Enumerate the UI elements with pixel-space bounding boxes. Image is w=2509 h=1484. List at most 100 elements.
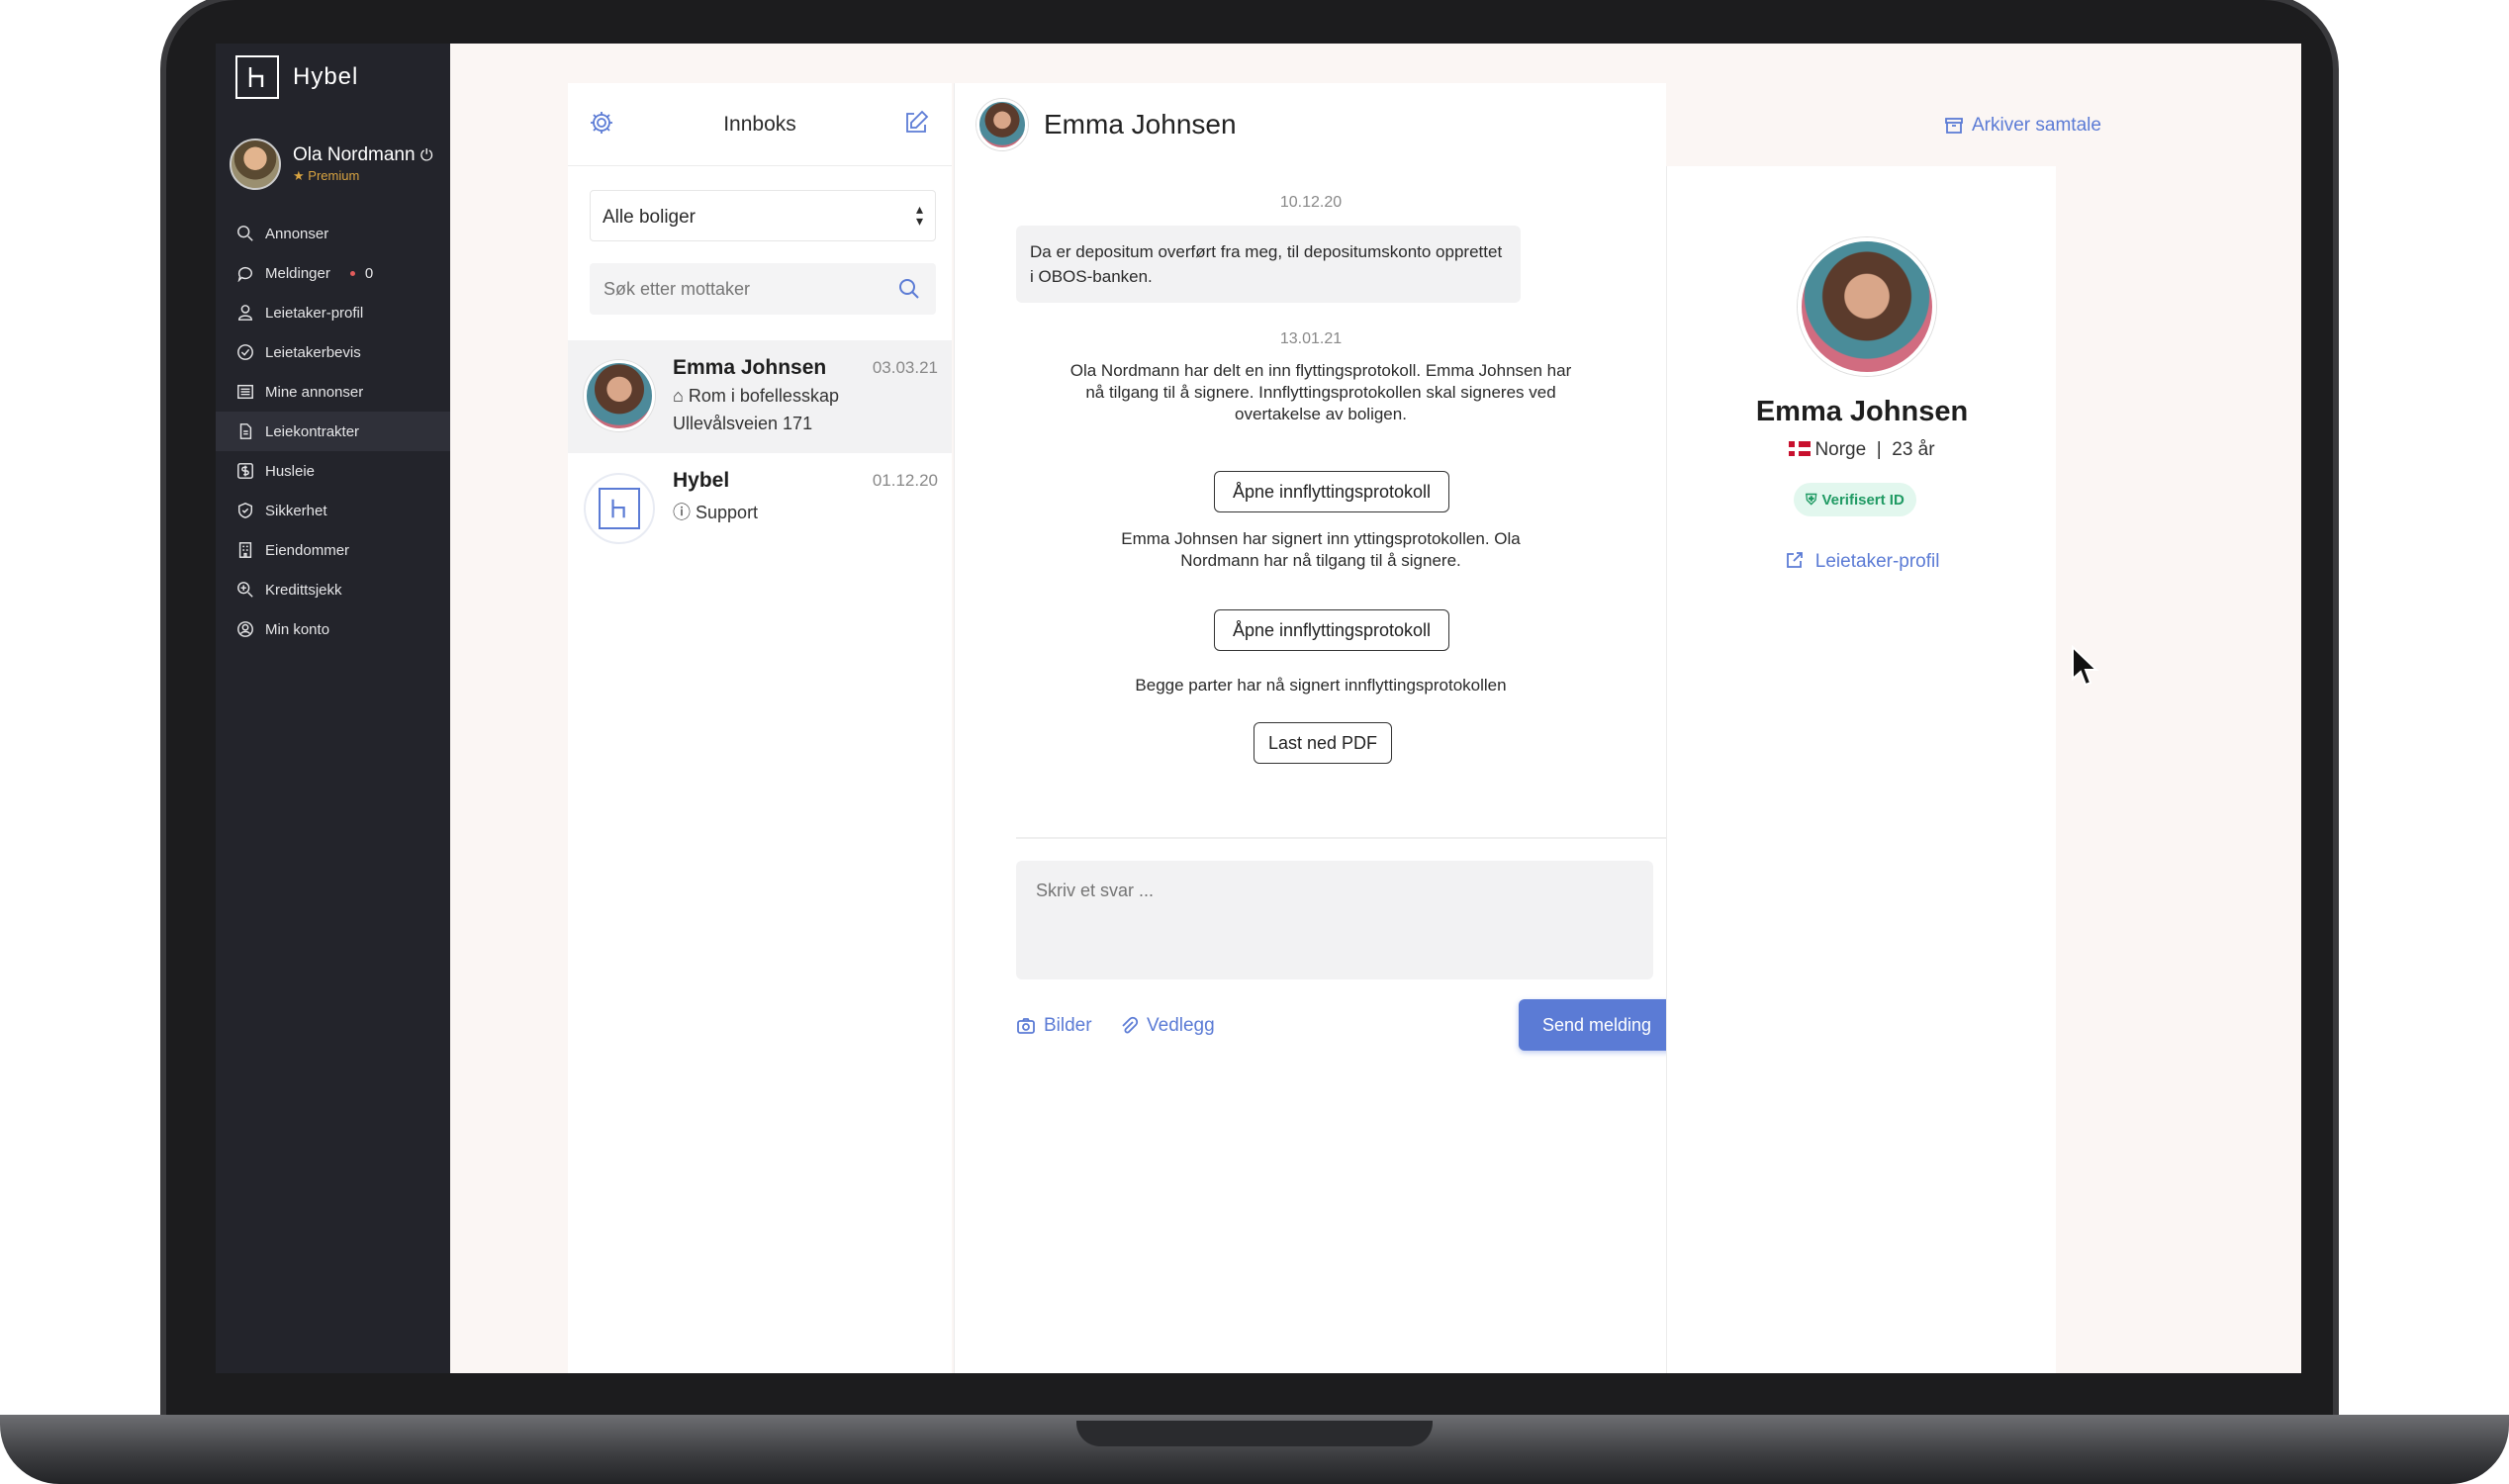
external-link-icon xyxy=(1786,552,1803,568)
sidebar-item-mine-annonser[interactable]: Mine annonser xyxy=(216,372,450,412)
property-filter-select[interactable]: Alle boliger ▴ ▾ xyxy=(590,190,936,241)
conversation-name: Hybel xyxy=(673,469,730,492)
send-message-button[interactable]: Send melding xyxy=(1519,999,1675,1051)
user-name: Ola Nordmann ⏻ xyxy=(293,144,433,165)
sidebar-item-label: Husleie xyxy=(265,462,316,480)
logo[interactable]: Hybel xyxy=(235,55,358,99)
building-icon xyxy=(235,540,255,560)
sidebar-item-annonser[interactable]: Annonser xyxy=(216,214,450,253)
sidebar: Hybel Ola Nordmann ⏻ ★ Premium Annonser … xyxy=(216,44,450,1373)
open-protocol-button[interactable]: Åpne innflyttingsprotokoll xyxy=(1214,609,1449,651)
sidebar-item-min-konto[interactable]: Min konto xyxy=(216,609,450,649)
system-message: Ola Nordmann har delt en inn flyttingspr… xyxy=(1069,361,1572,423)
app-name: Hybel xyxy=(293,63,359,90)
sidebar-item-label: Kredittsjekk xyxy=(265,581,342,599)
camera-icon xyxy=(1017,1018,1035,1034)
help-icon: ⓘ xyxy=(673,503,691,522)
user-icon xyxy=(235,303,255,323)
attachment-button[interactable]: Vedlegg xyxy=(1119,1015,1215,1037)
avatar xyxy=(230,139,281,190)
system-message: Emma Johnsen har signert inn yttingsprot… xyxy=(1121,529,1521,570)
avatar xyxy=(584,473,655,544)
unread-dot xyxy=(349,270,355,276)
mouse-cursor-icon xyxy=(2072,645,2099,687)
conversation-item-emma[interactable]: Emma Johnsen 03.03.21 ⌂ Rom i bofellessk… xyxy=(568,340,952,453)
profile-panel: Emma Johnsen Norge | 23 år ⛨ Verifisert I… xyxy=(1666,166,2056,1373)
sidebar-item-label: Sikkerhet xyxy=(265,502,327,519)
sidebar-nav: Annonser Meldinger 0 Leietaker-profil Le… xyxy=(216,214,450,649)
message-date: 10.12.20 xyxy=(1279,194,1343,211)
reply-input[interactable] xyxy=(1016,861,1653,979)
avatar xyxy=(1798,237,1936,376)
sidebar-item-label: Meldinger xyxy=(265,264,330,282)
sidebar-item-label: Annonser xyxy=(265,225,329,242)
open-protocol-button[interactable]: Åpne innflyttingsprotokoll xyxy=(1214,471,1449,512)
archive-conversation-button[interactable]: Arkiver samtale xyxy=(1944,115,2101,137)
account-icon xyxy=(235,619,255,639)
sidebar-item-husleie[interactable]: Husleie xyxy=(216,451,450,491)
inbox-header: Innboks xyxy=(568,83,952,166)
sidebar-item-label: Leietaker-profil xyxy=(265,304,364,322)
search-icon xyxy=(235,224,255,243)
list-icon xyxy=(235,382,255,402)
sidebar-item-eiendommer[interactable]: Eiendommer xyxy=(216,530,450,570)
sidebar-item-meldinger[interactable]: Meldinger 0 xyxy=(216,253,450,293)
sidebar-item-label: Mine annonser xyxy=(265,383,364,401)
conversation-property: ⓘ Support xyxy=(673,503,759,522)
avatar xyxy=(976,99,1028,150)
verified-id-badge: ⛨ Verifisert ID xyxy=(1794,483,1916,516)
recipient-search-input[interactable] xyxy=(590,263,936,315)
sidebar-item-leietaker-profil[interactable]: Leietaker-profil xyxy=(216,293,450,332)
premium-badge: ★ Premium xyxy=(293,168,360,183)
search-icon[interactable] xyxy=(898,278,920,300)
inbox-panel: Innboks Alle boliger ▴▾ Emma Johnsen 03.… xyxy=(568,83,952,1373)
shield-check-icon: ⛨ xyxy=(1806,491,1817,509)
conversation-address: Ullevålsveien 171 xyxy=(673,414,813,433)
chat-header: Emma Johnsen Arkiver samtale xyxy=(955,83,2101,166)
conversation-date: 01.12.20 xyxy=(872,471,938,490)
check-circle-icon xyxy=(235,342,255,362)
message-date: 13.01.21 xyxy=(1279,330,1343,347)
sidebar-item-label: Leietakerbevis xyxy=(265,343,361,361)
chat-icon xyxy=(235,263,255,283)
norway-flag-icon xyxy=(1789,441,1812,456)
hybel-logo-icon xyxy=(235,55,279,99)
profile-meta: Norge | 23 år xyxy=(1667,439,2057,461)
user-profile[interactable]: Ola Nordmann ⏻ ★ Premium xyxy=(230,139,433,190)
sidebar-item-label: Eiendommer xyxy=(265,541,350,559)
conversation-property: ⌂ Rom i bofellesskap xyxy=(673,386,839,406)
document-icon xyxy=(235,421,255,441)
message-count: 0 xyxy=(364,264,374,282)
power-icon[interactable]: ⏻ xyxy=(420,147,433,164)
conversation-date: 03.03.21 xyxy=(872,358,938,377)
sidebar-item-leiekontrakter[interactable]: Leiekontrakter xyxy=(216,412,450,451)
laptop-notch xyxy=(1076,1421,1433,1446)
dollar-icon xyxy=(235,461,255,481)
screen: Hybel Ola Nordmann ⏻ ★ Premium Annonser … xyxy=(216,44,2301,1373)
sidebar-item-label: Min konto xyxy=(265,620,330,638)
shield-icon xyxy=(235,501,255,520)
home-icon: ⌂ xyxy=(673,386,684,406)
divider xyxy=(1016,837,1669,839)
sidebar-item-kredittsjekk[interactable]: Kredittsjekk xyxy=(216,570,450,609)
archive-icon xyxy=(1945,118,1963,134)
images-button[interactable]: Bilder xyxy=(1016,1015,1092,1037)
select-arrows-icon: ▴ ▾ xyxy=(915,201,923,229)
paperclip-icon xyxy=(1122,1016,1139,1034)
system-message: Begge parter har nå signert innflyttings… xyxy=(1135,676,1507,695)
avatar xyxy=(584,360,655,431)
sidebar-item-leietakerbevis[interactable]: Leietakerbevis xyxy=(216,332,450,372)
conversation-item-hybel[interactable]: Hybel 01.12.20 ⓘ Support xyxy=(568,453,952,566)
sidebar-item-sikkerhet[interactable]: Sikkerhet xyxy=(216,491,450,530)
chat-panel: Emma Johnsen Arkiver samtale 10.12.20 Da… xyxy=(954,83,2101,1373)
message-bubble: Da er depositum overført fra meg, til de… xyxy=(1016,226,1521,303)
profile-name: Emma Johnsen xyxy=(1755,396,1969,427)
sidebar-item-label: Leiekontrakter xyxy=(265,422,360,440)
compose-icon[interactable] xyxy=(902,109,932,139)
inbox-title: Innboks xyxy=(723,113,796,136)
download-pdf-button[interactable]: Last ned PDF xyxy=(1254,722,1392,764)
conversation-name: Emma Johnsen xyxy=(673,356,827,379)
chat-title: Emma Johnsen xyxy=(1044,109,1237,139)
zoom-icon xyxy=(235,580,255,600)
tenant-profile-link[interactable]: Leietaker-profil xyxy=(1667,550,2057,573)
